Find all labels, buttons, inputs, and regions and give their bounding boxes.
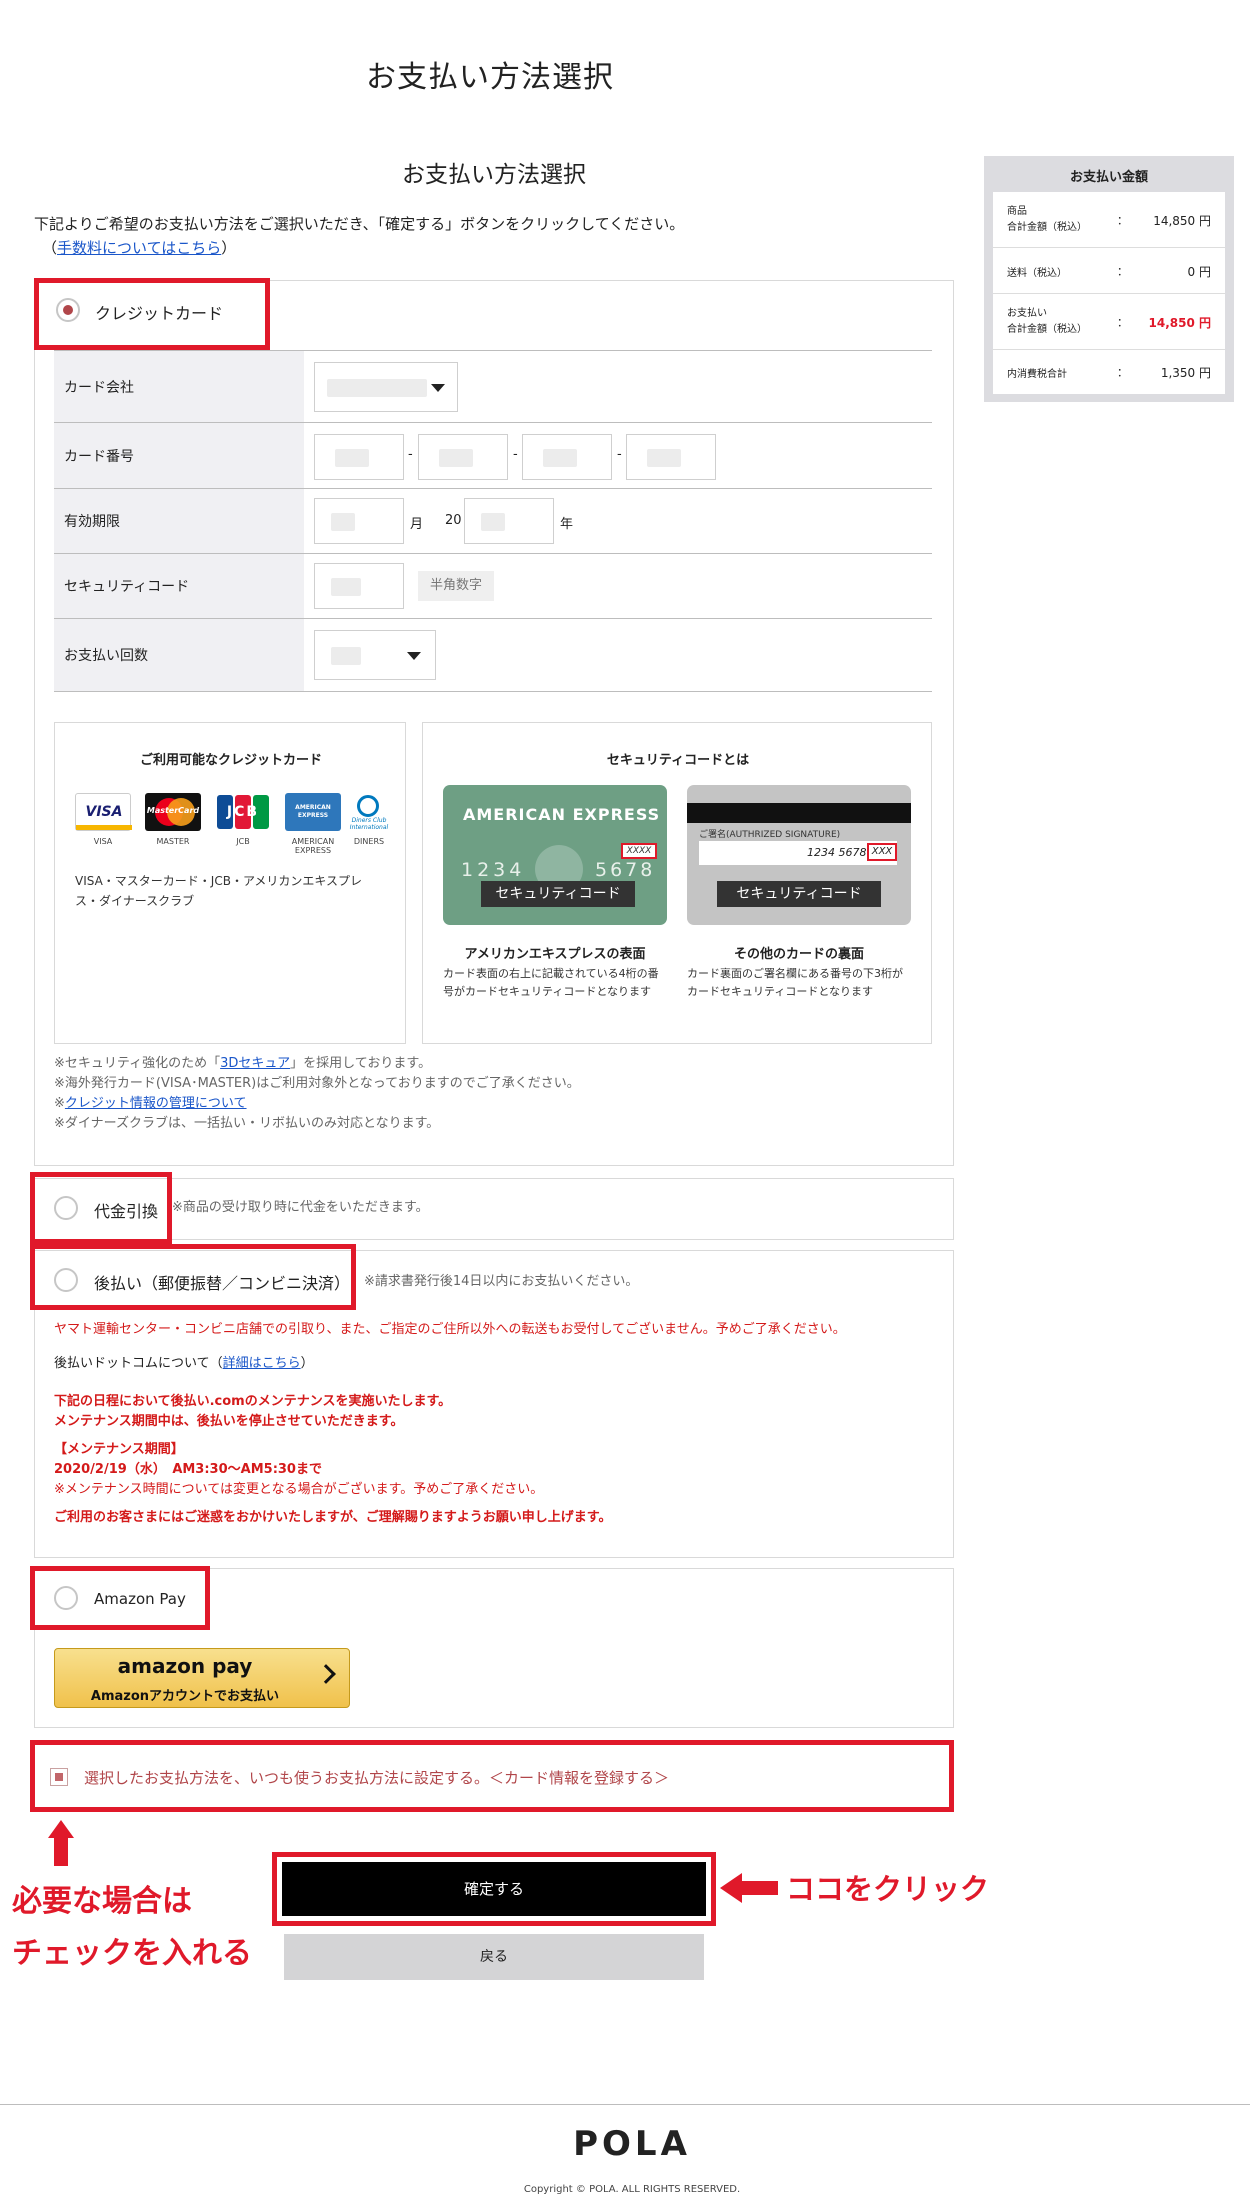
summary-row: 商品 合計金額（税込） ： 14,850 円 (993, 192, 1225, 248)
card-number-input-2[interactable] (418, 434, 508, 480)
card-number-label: カード番号 (64, 448, 134, 465)
cod-desc: ※商品の受け取り時に代金をいただきます。 (172, 1200, 429, 1215)
expiry-row: 有効期限 月 20 年 (54, 488, 932, 553)
summary-title: お支払い金額 (1069, 170, 1148, 185)
intro-text: 下記よりご希望のお支払い方法をご選択いただき、「確定する」ボタンをクリックしてく… (34, 212, 954, 260)
deferred-radio[interactable] (54, 1268, 78, 1292)
default-check-label: 選択したお支払方法を、いつも使うお支払方法に設定する。＜カード情報を登録する＞ (84, 1769, 670, 1787)
credit-notes: ※セキュリティ強化のため「3Dセキュア」を採用しております。 ※海外発行カード(… (54, 1056, 580, 1131)
confirm-button[interactable]: 確定する (282, 1862, 706, 1916)
deferred-about: 後払いドットコムについて（詳細はこちら） (54, 1356, 314, 1371)
other-desc: カード裏面のご署名欄にある番号の下3桁がカードセキュリティコードとなります (687, 967, 903, 998)
diners-logo: Diners Club International (345, 793, 393, 831)
deferred-details-link[interactable]: 詳細はこちら (223, 1356, 301, 1371)
intro-line: 下記よりご希望のお支払い方法をご選択いただき、「確定する」ボタンをクリックしてく… (34, 215, 685, 233)
credit-card-radio[interactable] (56, 298, 80, 322)
credit-info-link[interactable]: クレジット情報の管理について (65, 1096, 247, 1111)
arrow-left-icon (720, 1873, 780, 1903)
visa-logo: VISA (75, 793, 132, 831)
amex-caption: アメリカンエキスプレスの表面 (464, 947, 646, 962)
card-number-input-4[interactable] (626, 434, 716, 480)
3d-secure-link[interactable]: 3Dセキュア (220, 1056, 290, 1071)
other-caption: その他のカードの裏面 (733, 947, 864, 962)
section-title: お支払い方法選択 (402, 162, 586, 188)
page-title: お支払い方法選択 (366, 60, 614, 95)
credit-card-label: クレジットカード (95, 304, 224, 323)
footer-divider (0, 2104, 1250, 2105)
amex-logo: AMERICAN EXPRESS (285, 793, 341, 831)
security-code-title: セキュリティコードとは (606, 753, 750, 768)
deferred-desc: ※請求書発行後14日以内にお支払いください。 (364, 1274, 639, 1289)
jcb-logo: JCB (215, 793, 271, 831)
card-company-label: カード会社 (64, 379, 134, 396)
annotation-left: 必要な場合は チェックを入れる (12, 1884, 252, 1971)
installments-label: お支払い回数 (64, 648, 148, 664)
fee-line: （手数料についてはこちら） (42, 239, 237, 257)
amazon-pay-label: Amazon Pay (94, 1590, 186, 1608)
amazon-pay-radio[interactable] (54, 1586, 78, 1610)
available-cards-panel: ご利用可能なクレジットカード VISA VISA MasterCard MAST… (54, 722, 406, 1044)
back-button[interactable]: 戻る (284, 1934, 704, 1980)
year-unit: 年 (560, 517, 574, 532)
mastercard-logo: MasterCard (145, 793, 201, 831)
chevron-down-icon (431, 384, 445, 392)
installments-row: お支払い回数 (54, 618, 932, 692)
amex-desc: カード表面の右上に記載されている4桁の番号がカードセキュリティコードとなります (443, 967, 659, 998)
summary-row: 内消費税合計 ： 1,350 円 (1007, 366, 1211, 380)
card-number-row: カード番号 - - - (54, 422, 932, 488)
expiry-label: 有効期限 (64, 514, 120, 530)
payment-summary: お支払い金額 商品 合計金額（税込） ： 14,850 円 送料（税込） ： 0… (984, 156, 1234, 402)
card-number-input-3[interactable] (522, 434, 612, 480)
amazon-pay-button[interactable]: amazon pay Amazonアカウントでお支払い (54, 1648, 350, 1708)
cod-radio[interactable] (54, 1196, 78, 1220)
deferred-label: 後払い（郵便振替／コンビニ決済） (94, 1274, 351, 1293)
chevron-down-icon (407, 652, 421, 660)
summary-row: お支払い 合計金額（税込） ： 14,850 円 (993, 294, 1225, 350)
summary-row: 送料（税込） ： 0 円 (993, 248, 1225, 294)
card-company-select[interactable] (314, 362, 458, 412)
arrow-up-icon (48, 1820, 74, 1870)
security-code-label: セキュリティコード (64, 579, 190, 595)
register-card-link[interactable]: ＜カード情報を登録する＞ (489, 1769, 669, 1787)
card-number-input-1[interactable] (314, 434, 404, 480)
fee-link[interactable]: 手数料についてはこちら (57, 239, 221, 257)
chevron-right-icon (316, 1664, 336, 1684)
brands-text: VISA・マスターカード・JCB・アメリカンエキスプレス・ダイナースクラブ (75, 874, 362, 908)
year-prefix: 20 (445, 513, 462, 528)
default-payment-checkbox[interactable] (50, 1768, 68, 1786)
cod-label: 代金引換 (94, 1202, 159, 1221)
security-code-row: セキュリティコード 半角数字 (54, 553, 932, 618)
month-unit: 月 (410, 517, 424, 532)
security-code-panel: セキュリティコードとは AMERICAN EXPRESS 1234 5678 X… (422, 722, 932, 1044)
expiry-month-input[interactable] (314, 498, 404, 544)
amex-card-illustration: AMERICAN EXPRESS 1234 5678 XXXX セキュリティコー… (443, 785, 667, 925)
card-company-row: カード会社 (54, 350, 932, 422)
pola-logo: POLA (573, 2124, 691, 2164)
copyright: Copyright © POLA. ALL RIGHTS RESERVED. (523, 2184, 741, 2195)
other-card-illustration: ご署名(AUTHRIZED SIGNATURE) 1234 5678 XXX セ… (687, 785, 911, 925)
amazon-pay-text: Amazonアカウントでお支払い (90, 1689, 280, 1704)
annotation-right: ココをクリック (786, 1872, 990, 1906)
available-cards-title: ご利用可能なクレジットカード (139, 753, 322, 768)
expiry-year-input[interactable] (464, 498, 554, 544)
half-width-hint: 半角数字 (418, 571, 494, 601)
maintenance-notice: 下記の日程において後払い.comのメンテナンスを実施いたします。 メンテナンス期… (54, 1394, 612, 1525)
deferred-warning: ヤマト運輸センター・コンビニ店舗での引取り、また、ご指定のご住所以外への転送もお… (54, 1322, 846, 1337)
total-amount: 14,850 円 (1148, 316, 1212, 330)
installments-select[interactable] (314, 630, 436, 680)
amazon-pay-logo: amazon pay (117, 1654, 253, 1678)
security-code-input[interactable] (314, 563, 404, 609)
